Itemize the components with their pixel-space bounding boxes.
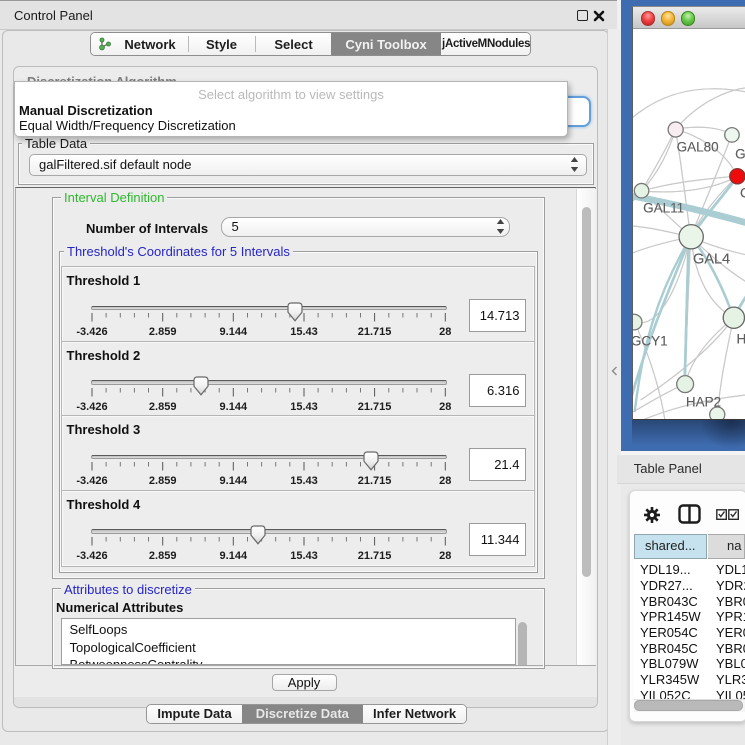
svg-text:GA: GA xyxy=(735,147,745,162)
svg-text:GAL4: GAL4 xyxy=(693,252,730,268)
svg-text:C: C xyxy=(740,186,745,201)
svg-text:GCY1: GCY1 xyxy=(633,334,668,349)
svg-text:GAL80: GAL80 xyxy=(676,140,718,155)
svg-text:HAP2: HAP2 xyxy=(686,395,721,410)
svg-text:GAL11: GAL11 xyxy=(643,201,684,216)
svg-text:H: H xyxy=(736,332,745,347)
